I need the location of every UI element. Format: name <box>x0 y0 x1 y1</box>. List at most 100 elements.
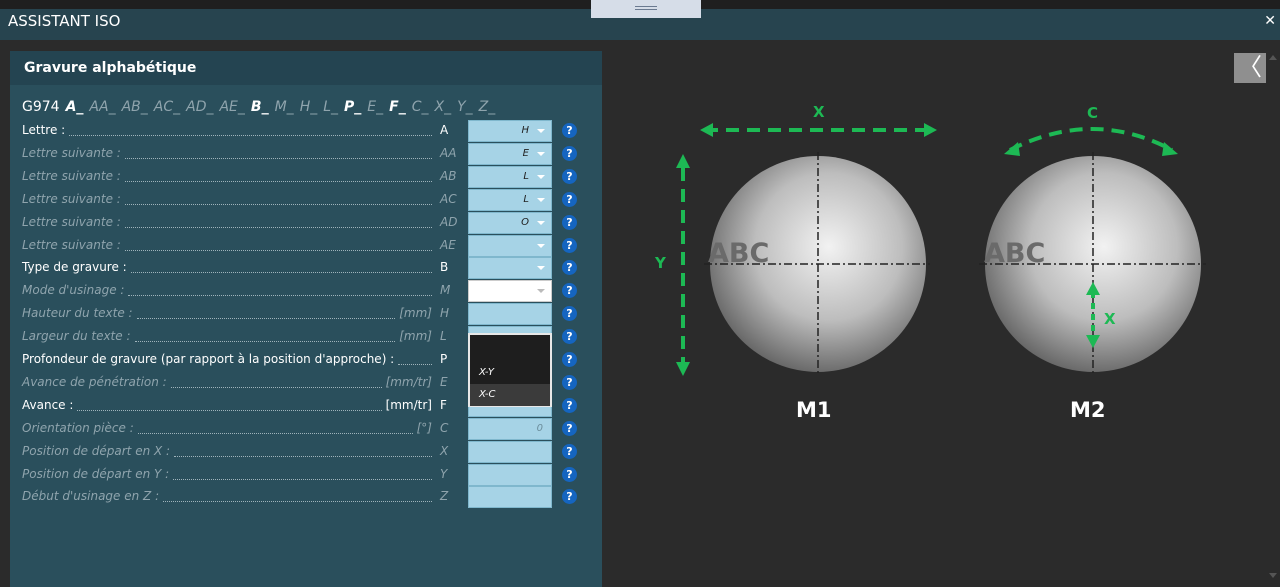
m1-x-arrow-right-head <box>924 123 937 137</box>
help-icon[interactable]: ? <box>562 443 577 459</box>
close-icon[interactable]: ✕ <box>1264 13 1276 29</box>
m1-y-arrow-bottom-head <box>676 362 690 376</box>
parameter-unit: [mm/tr] <box>385 397 432 412</box>
help-icon[interactable]: ? <box>562 466 577 482</box>
parameter-label: Lettre suivante : <box>22 145 121 160</box>
chevron-down-icon <box>537 151 545 156</box>
leader-dots <box>398 364 432 365</box>
parameter-select[interactable]: L <box>468 188 552 211</box>
g-code-sequence: G974 A_ AA_ AB_ AC_ AD_ AE_ B_ M_ H_ L_ P_ E_ F_ C_ X_ Y… <box>22 99 501 115</box>
panel-title: Gravure alphabétique <box>24 60 197 76</box>
parameter-code: AE <box>440 237 456 252</box>
m1-engraved-text: ABC <box>708 238 769 269</box>
help-icon[interactable]: ? <box>562 489 577 505</box>
parameter-label: Orientation pièce : <box>22 420 134 435</box>
parameter-code: L <box>440 329 447 344</box>
field-value: L <box>523 193 529 205</box>
window-title: ASSISTANT ISO <box>8 12 121 30</box>
sequence-token: E_ <box>367 99 384 115</box>
m2-engraved-text: ABC <box>984 238 1045 269</box>
parameter-label: Lettre : <box>22 123 66 137</box>
parameter-input[interactable] <box>468 486 552 509</box>
help-icon[interactable]: ? <box>562 374 577 390</box>
parameter-label: Mode d'usinage : <box>22 283 125 298</box>
leader-dots <box>174 455 432 457</box>
sequence-token: X_ <box>434 99 452 115</box>
parameter-select[interactable] <box>468 280 552 303</box>
parameter-unit: [mm] <box>399 329 432 344</box>
mode-option-xc[interactable]: X-C <box>470 384 550 406</box>
leader-dots <box>77 409 382 411</box>
help-icon[interactable]: ? <box>562 420 577 436</box>
sequence-token: M_ <box>274 99 294 115</box>
leader-dots <box>128 295 432 297</box>
help-icon[interactable]: ? <box>562 214 577 230</box>
help-icon[interactable]: ? <box>562 123 577 138</box>
parameter-row: Hauteur du texte : [mm] H? <box>22 303 602 326</box>
parameter-input[interactable] <box>468 440 552 463</box>
parameter-code: B <box>440 260 449 275</box>
help-icon[interactable]: ? <box>562 329 577 345</box>
parameter-select[interactable] <box>468 257 552 280</box>
help-icon[interactable]: ? <box>562 283 577 299</box>
parameter-label: Position de départ en Y : <box>22 466 170 481</box>
help-icon[interactable]: ? <box>562 145 577 161</box>
mode-option-xy[interactable]: X-Y <box>470 362 550 384</box>
parameter-label: Lettre suivante : <box>22 191 121 206</box>
parameter-row: Type de gravure : B? <box>22 257 602 280</box>
parameter-input[interactable] <box>468 463 552 486</box>
parameter-select[interactable]: H <box>468 120 552 142</box>
help-icon[interactable]: ? <box>562 237 577 253</box>
parameter-code: AC <box>440 191 457 206</box>
sequence-token: L_ <box>323 99 339 115</box>
help-icon[interactable]: ? <box>562 168 577 184</box>
parameter-label: Lettre suivante : <box>22 168 121 183</box>
leader-dots <box>124 157 432 159</box>
leader-dots <box>170 386 382 388</box>
parameter-label: Lettre suivante : <box>22 214 121 229</box>
parameter-label: Avance de pénétration : <box>22 374 167 389</box>
chevron-down-icon <box>537 243 545 248</box>
field-value: L <box>523 170 529 182</box>
leader-dots <box>124 226 432 228</box>
parameter-select[interactable]: L <box>468 165 552 188</box>
parameter-label: Largeur du texte : <box>22 329 131 344</box>
parameter-unit: [mm/tr] <box>385 374 432 389</box>
parameter-label: Hauteur du texte : <box>22 306 133 321</box>
help-icon[interactable]: ? <box>562 260 577 276</box>
m2-c-arrow <box>1009 127 1173 152</box>
drag-handle[interactable] <box>591 0 701 18</box>
parameter-select[interactable]: E <box>468 142 552 165</box>
sequence-token: H_ <box>299 99 318 115</box>
sequence-token: AB_ <box>121 99 148 115</box>
parameter-code: C <box>440 420 449 435</box>
parameter-select[interactable] <box>468 234 552 257</box>
m1-x-arrow-left-head <box>700 123 713 137</box>
leader-dots <box>137 432 413 434</box>
mode-dropdown-list[interactable]: X-Y X-C <box>468 333 552 407</box>
parameter-code: Z <box>440 489 449 504</box>
parameter-input[interactable] <box>468 303 552 326</box>
parameter-input[interactable]: 0 <box>468 417 552 440</box>
leader-dots <box>69 135 432 136</box>
sequence-token: C_ <box>411 99 429 115</box>
parameter-row: Position de départ en Y : Y? <box>22 463 602 486</box>
help-icon[interactable]: ? <box>562 397 577 413</box>
help-icon[interactable]: ? <box>562 191 577 207</box>
help-icon[interactable]: ? <box>562 352 577 367</box>
scroll-down-arrow-icon[interactable] <box>1269 573 1277 578</box>
parameter-row: Position de départ en X : X? <box>22 440 602 463</box>
m1-label: M1 <box>796 398 832 422</box>
chevron-down-icon <box>537 174 545 179</box>
chevron-down-icon <box>537 220 545 225</box>
field-value: H <box>521 125 529 136</box>
scroll-up-arrow-icon[interactable] <box>1269 55 1277 60</box>
m2-c-arrow-right-head <box>1162 142 1178 156</box>
m1-x-label: X <box>813 103 825 121</box>
engraving-diagram: ABC X Y M1 ABC C X M2 <box>654 103 1206 422</box>
parameter-select[interactable]: O <box>468 211 552 234</box>
parameter-label: Profondeur de gravure (par rapport à la … <box>22 352 395 366</box>
sequence-token: F_ <box>389 99 406 115</box>
help-icon[interactable]: ? <box>562 306 577 322</box>
parameter-code: X <box>440 443 449 458</box>
